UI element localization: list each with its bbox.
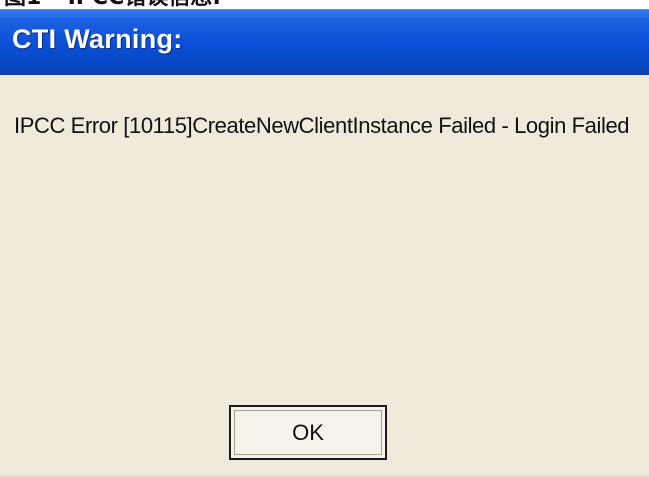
screenshot-frame: 图1 – IPCC错误信息: CTI Warning: IPCC Error [… [0,0,649,477]
error-message: IPCC Error [10115]CreateNewClientInstanc… [14,113,630,138]
dialog-title: CTI Warning: [12,24,183,54]
ok-button[interactable]: OK [229,405,387,460]
dialog-titlebar[interactable]: CTI Warning: [0,9,649,75]
ok-button-label: OK [234,410,382,455]
cti-warning-dialog: CTI Warning: IPCC Error [10115]CreateNew… [0,9,649,477]
